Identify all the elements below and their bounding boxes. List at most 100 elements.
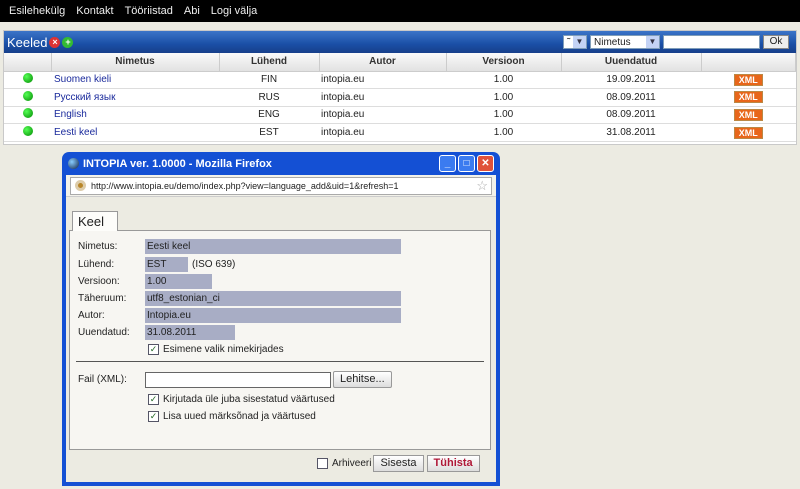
submit-button[interactable]: Sisesta bbox=[373, 455, 424, 472]
add-icon[interactable]: + bbox=[62, 36, 74, 48]
tab-keel[interactable]: Keel bbox=[72, 211, 118, 231]
col-updated[interactable]: Uuendatud bbox=[561, 53, 702, 72]
author-cell: intopia.eu bbox=[319, 88, 446, 107]
top-nav: Esilehekülg Kontakt Tööriistad Abi Logi … bbox=[0, 0, 800, 22]
file-input[interactable] bbox=[145, 371, 331, 388]
site-icon bbox=[75, 180, 86, 191]
status-cell bbox=[4, 71, 51, 90]
archive-label: Arhiveeri bbox=[332, 458, 372, 469]
updated-label: Uuendatud: bbox=[78, 327, 130, 338]
col-version[interactable]: Versioon bbox=[446, 53, 562, 72]
nav-help[interactable]: Abi bbox=[184, 5, 200, 17]
charset-label: Täheruum: bbox=[78, 293, 127, 304]
address-bar: http://www.intopia.eu/demo/index.php?vie… bbox=[66, 175, 496, 197]
maximize-button[interactable]: □ bbox=[458, 155, 475, 172]
version-cell: 1.00 bbox=[446, 123, 561, 142]
col-code[interactable]: Lühend bbox=[219, 53, 320, 72]
language-name-link[interactable]: Suomen kieli bbox=[51, 71, 219, 90]
table-row[interactable]: Русский язык RUS intopia.eu 1.00 08.09.2… bbox=[4, 88, 796, 107]
first-choice-checkbox[interactable]: ✓ bbox=[148, 344, 159, 355]
languages-table: Nimetus Lühend Autor Versioon Uuendatud … bbox=[4, 53, 796, 142]
table-row[interactable]: Suomen kieli FIN intopia.eu 1.00 19.09.2… bbox=[4, 71, 796, 90]
status-active-icon bbox=[22, 73, 33, 84]
charset-field[interactable]: utf8_estonian_ci bbox=[145, 291, 401, 306]
language-name-link[interactable]: English bbox=[51, 106, 219, 125]
status-cell bbox=[4, 88, 51, 107]
updated-cell: 19.09.2011 bbox=[561, 71, 701, 90]
updated-cell: 08.09.2011 bbox=[561, 88, 701, 107]
language-name-link[interactable]: Русский язык bbox=[51, 88, 219, 107]
code-cell: EST bbox=[219, 123, 319, 142]
code-cell: RUS bbox=[219, 88, 319, 107]
delete-icon[interactable]: × bbox=[49, 36, 61, 48]
browse-button[interactable]: Lehitse... bbox=[333, 371, 392, 388]
nav-tools[interactable]: Tööriistad bbox=[125, 5, 173, 17]
col-export bbox=[701, 53, 796, 72]
nav-home[interactable]: Esilehekülg bbox=[9, 5, 65, 17]
export-cell: XML bbox=[701, 106, 796, 125]
code-label: Lühend: bbox=[78, 259, 115, 270]
window-titlebar[interactable]: INTOPIA ver. 1.0000 - Mozilla Firefox _ … bbox=[66, 152, 496, 175]
languages-panel: Keeled × + ˜ ▼ Nimetus ▼ Ok Nimetus Lühend… bbox=[3, 30, 797, 145]
firefox-icon bbox=[68, 158, 79, 169]
nav-logout[interactable]: Logi välja bbox=[211, 5, 257, 17]
author-label: Autor: bbox=[78, 310, 105, 321]
close-button[interactable]: ✕ bbox=[477, 155, 494, 172]
author-cell: intopia.eu bbox=[319, 71, 446, 90]
nav-contact[interactable]: Kontakt bbox=[76, 5, 113, 17]
code-note: (ISO 639) bbox=[192, 259, 236, 270]
cancel-button[interactable]: Tühista bbox=[426, 455, 480, 472]
version-field[interactable]: 1.00 bbox=[145, 274, 212, 289]
code-cell: ENG bbox=[219, 106, 319, 125]
search-input[interactable] bbox=[663, 35, 760, 49]
url-field[interactable]: http://www.intopia.eu/demo/index.php?vie… bbox=[70, 176, 492, 195]
col-name[interactable]: Nimetus bbox=[51, 53, 220, 72]
table-row[interactable]: Eesti keel EST intopia.eu 1.00 31.08.201… bbox=[4, 123, 796, 142]
first-choice-label: Esimene valik nimekirjades bbox=[163, 344, 284, 355]
export-cell: XML bbox=[701, 123, 796, 142]
version-label: Versioon: bbox=[78, 276, 120, 287]
divider bbox=[76, 361, 484, 362]
updated-cell: 31.08.2011 bbox=[561, 123, 701, 142]
export-cell: XML bbox=[701, 88, 796, 107]
xml-export-button[interactable]: XML bbox=[733, 126, 763, 139]
status-active-icon bbox=[22, 126, 33, 137]
sort-order-value: ˜ bbox=[567, 36, 571, 48]
status-cell bbox=[4, 123, 51, 142]
author-cell: intopia.eu bbox=[319, 123, 446, 142]
table-row[interactable]: English ENG intopia.eu 1.00 08.09.2011 X… bbox=[4, 106, 796, 125]
overwrite-label: Kirjutada üle juba sisestatud väärtused bbox=[163, 394, 335, 405]
panel-header: Keeled × + ˜ ▼ Nimetus ▼ Ok bbox=[4, 31, 796, 53]
xml-export-button[interactable]: XML bbox=[733, 91, 763, 104]
ok-button[interactable]: Ok bbox=[763, 35, 789, 49]
version-cell: 1.00 bbox=[446, 71, 561, 90]
author-cell: intopia.eu bbox=[319, 106, 446, 125]
sort-order-select[interactable]: ˜ ▼ bbox=[563, 35, 587, 49]
url-text: http://www.intopia.eu/demo/index.php?vie… bbox=[91, 180, 399, 191]
minimize-button[interactable]: _ bbox=[439, 155, 456, 172]
language-name-link[interactable]: Eesti keel bbox=[51, 123, 219, 142]
add-new-label: Lisa uued märksõnad ja väärtused bbox=[163, 411, 316, 422]
window-title: INTOPIA ver. 1.0000 - Mozilla Firefox bbox=[83, 157, 272, 170]
code-cell: FIN bbox=[219, 71, 319, 90]
status-cell bbox=[4, 106, 51, 125]
col-author[interactable]: Autor bbox=[319, 53, 447, 72]
xml-export-button[interactable]: XML bbox=[733, 73, 763, 86]
overwrite-checkbox[interactable]: ✓ bbox=[148, 394, 159, 405]
version-cell: 1.00 bbox=[446, 88, 561, 107]
star-icon[interactable]: ☆ bbox=[476, 178, 488, 194]
chevron-down-icon: ▼ bbox=[573, 36, 586, 48]
add-new-checkbox[interactable]: ✓ bbox=[148, 411, 159, 422]
archive-checkbox[interactable]: ✓ bbox=[317, 458, 328, 469]
xml-export-button[interactable]: XML bbox=[733, 108, 763, 121]
popup-window: INTOPIA ver. 1.0000 - Mozilla Firefox _ … bbox=[62, 152, 500, 486]
panel-title: Keeled bbox=[7, 34, 48, 50]
name-label: Nimetus: bbox=[78, 241, 118, 252]
author-field[interactable]: Intopia.eu bbox=[145, 308, 401, 323]
form-box: Nimetus: Eesti keel Lühend: EST (ISO 639) V… bbox=[69, 230, 491, 450]
filter-field-select[interactable]: Nimetus ▼ bbox=[590, 35, 660, 49]
name-field[interactable]: Eesti keel bbox=[145, 239, 401, 254]
code-field[interactable]: EST bbox=[145, 257, 188, 272]
export-cell: XML bbox=[701, 71, 796, 90]
updated-field[interactable]: 31.08.2011 bbox=[145, 325, 235, 340]
